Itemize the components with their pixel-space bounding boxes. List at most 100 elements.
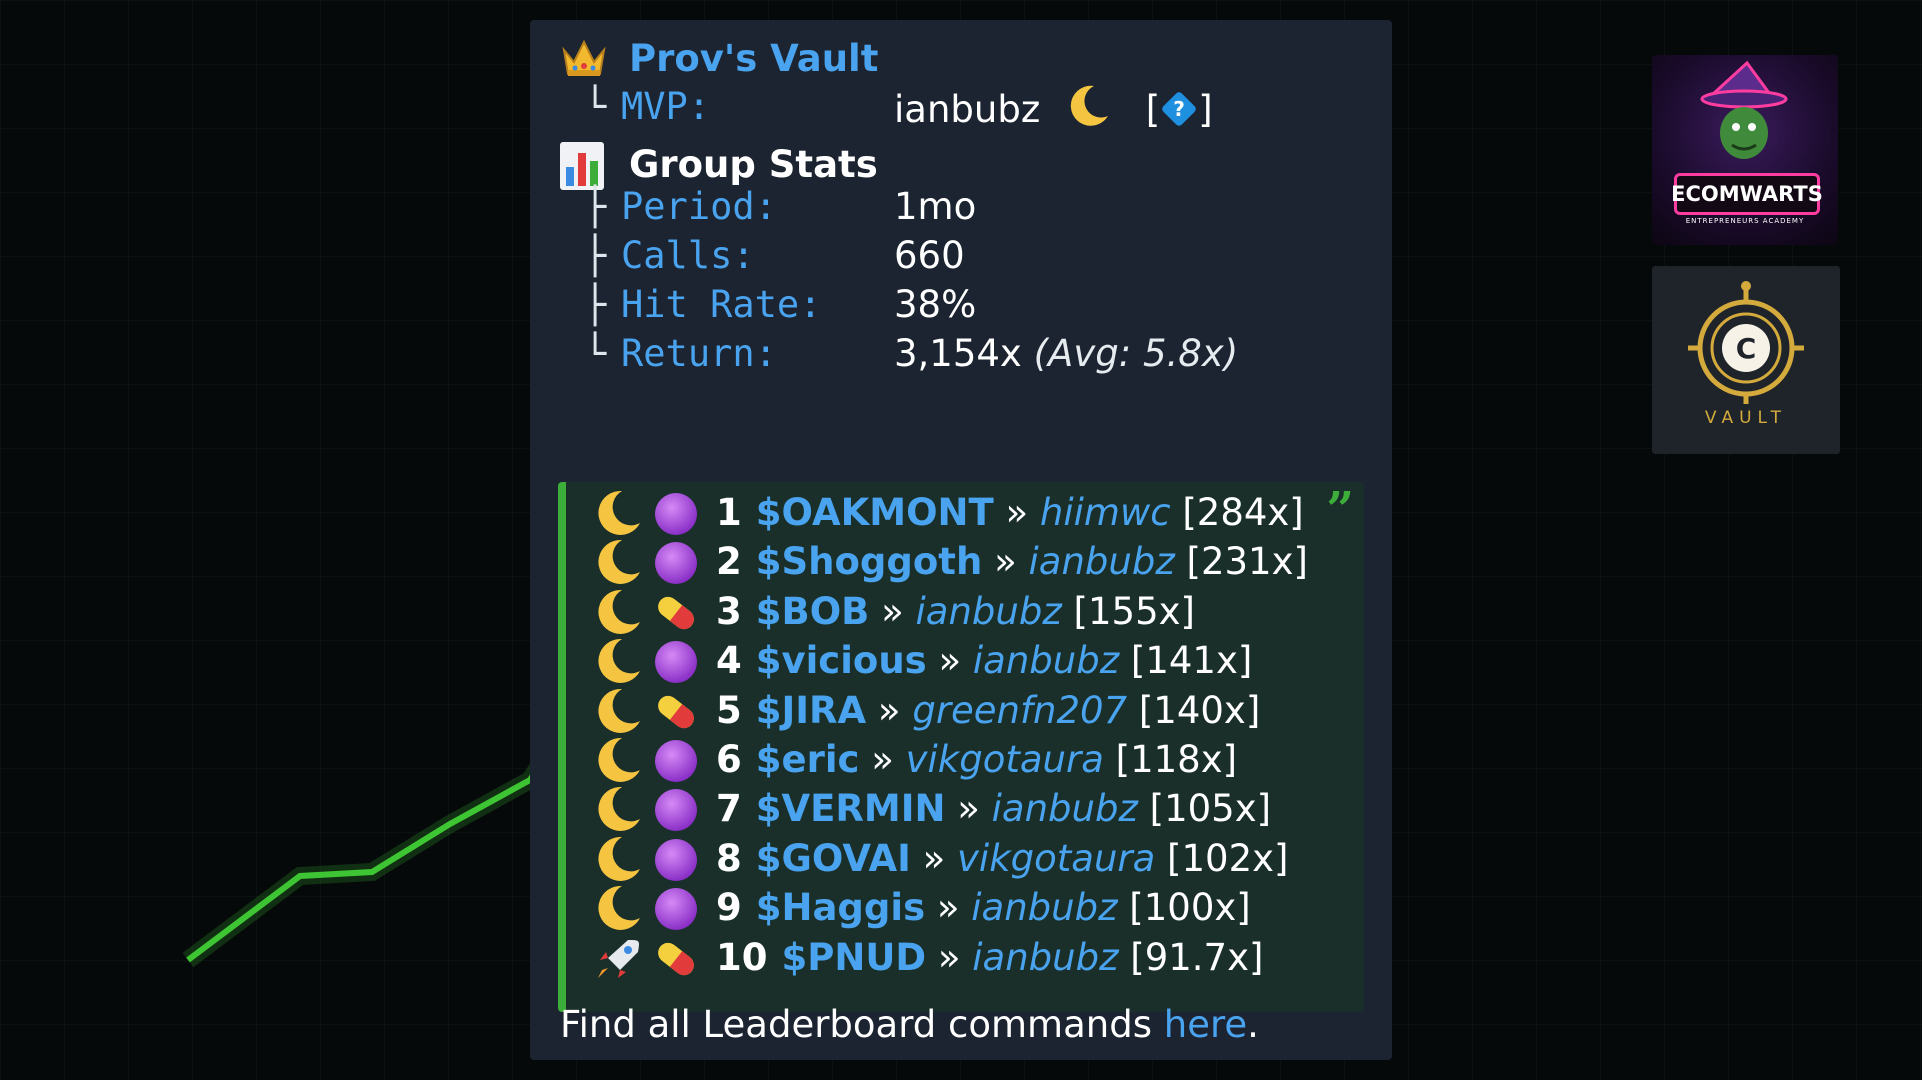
ticker-link[interactable]: $BOB xyxy=(756,590,870,633)
ticker-link[interactable]: $GOVAI xyxy=(756,837,911,880)
rank-number: 7 xyxy=(716,787,742,831)
crescent-moon-icon xyxy=(590,538,644,585)
mvp-value: ianbubz [ ? ] xyxy=(894,82,1213,135)
ticker-link[interactable]: $eric xyxy=(756,738,860,781)
ecomwarts-subtitle: ENTREPRENEURS ACADEMY xyxy=(1685,217,1805,225)
rank-number: 1 xyxy=(716,491,742,534)
footer-text: Find all Leaderboard commands here. xyxy=(560,1000,1259,1050)
leaderboard-entry: 8 $GOVAI » vikgotaura [102x] xyxy=(716,834,1288,884)
mvp-user: ianbubz xyxy=(894,88,1041,131)
rank-number: 8 xyxy=(716,836,742,880)
footer-link[interactable]: here xyxy=(1164,1003,1247,1046)
caller-username[interactable]: vikgotaura xyxy=(957,837,1155,880)
ticker-link[interactable]: $vicious xyxy=(756,639,927,682)
crescent-moon-icon xyxy=(590,835,644,881)
leaderboard-entry: 2 $Shoggoth » ianbubz [231x] xyxy=(716,537,1308,587)
purple-circle-icon xyxy=(652,837,700,883)
ticker-link[interactable]: $PNUD xyxy=(782,936,927,979)
return-average: (Avg: 5.8x) xyxy=(1033,332,1239,375)
purple-circle-icon xyxy=(652,738,700,784)
purple-circle-icon xyxy=(652,639,700,685)
separator: » xyxy=(936,886,960,930)
period-value: 1mo xyxy=(894,185,977,228)
vault-logo: C VAULT xyxy=(1652,266,1840,454)
leaderboard-block: ” 1 $OAKMONT » hiimwc [284x] 2 $Shoggoth » … xyxy=(558,482,1364,1012)
return-multiplier: [155x] xyxy=(1073,589,1195,633)
ticker-link[interactable]: $VERMIN xyxy=(756,787,946,830)
separator: » xyxy=(994,540,1017,584)
crescent-moon-icon xyxy=(590,736,644,782)
return-label: Return: xyxy=(621,332,777,375)
rank-number: 5 xyxy=(716,688,742,732)
calls-label: Calls: xyxy=(621,234,755,277)
tree-glyph: ├ xyxy=(584,283,607,326)
calls-value: 660 xyxy=(894,234,965,277)
caller-username[interactable]: ianbubz xyxy=(992,787,1138,830)
ecomwarts-logo: ECOMWARTS ENTREPRENEURS ACADEMY xyxy=(1652,55,1838,245)
rocket-icon xyxy=(590,934,644,980)
purple-circle-icon xyxy=(652,787,700,833)
crescent-moon-icon xyxy=(590,785,644,832)
return-multiplier: [105x] xyxy=(1149,787,1272,831)
svg-text:C: C xyxy=(1736,332,1757,365)
rank-number: 3 xyxy=(716,589,742,633)
rank-number: 6 xyxy=(716,738,742,781)
pill-icon xyxy=(652,936,700,982)
caller-username[interactable]: ianbubz xyxy=(916,590,1062,633)
verified-question-icon[interactable]: ? xyxy=(1160,90,1198,128)
ticker-link[interactable]: $OAKMONT xyxy=(756,491,994,534)
caller-username[interactable]: vikgotaura xyxy=(906,738,1104,781)
caller-username[interactable]: ianbubz xyxy=(972,936,1118,979)
return-multiplier: [100x] xyxy=(1129,886,1251,930)
rank-number: 10 xyxy=(716,935,768,979)
purple-circle-icon xyxy=(652,491,700,537)
pill-icon xyxy=(652,689,700,735)
separator: » xyxy=(957,787,980,831)
mvp-badge-open: [ xyxy=(1145,88,1161,131)
tree-glyph: ├ xyxy=(584,185,607,228)
return-multiplier: [91.7x] xyxy=(1130,935,1264,979)
crescent-moon-icon xyxy=(590,637,644,684)
separator: » xyxy=(938,639,962,683)
purple-circle-icon xyxy=(652,540,700,586)
ticker-link[interactable]: $JIRA xyxy=(756,689,866,732)
message-card: Prov's Vault └ MVP: ianbubz [ ? ] Group … xyxy=(530,20,1392,1060)
caller-username[interactable]: ianbubz xyxy=(973,639,1119,682)
ticker-link[interactable]: $Haggis xyxy=(756,886,925,929)
period-label: Period: xyxy=(621,185,777,228)
rank-number: 4 xyxy=(716,639,742,683)
caller-username[interactable]: ianbubz xyxy=(971,886,1117,929)
leaderboard-entry: 7 $VERMIN » ianbubz [105x] xyxy=(716,784,1271,834)
return-multiplier: [284x] xyxy=(1182,491,1304,534)
tree-glyph: └ xyxy=(584,85,607,128)
leaderboard-entry: 4 $vicious » ianbubz [141x] xyxy=(716,636,1252,686)
footer-period: . xyxy=(1247,1003,1259,1046)
return-multiplier: [141x] xyxy=(1130,639,1253,683)
caller-username[interactable]: hiimwc xyxy=(1040,491,1171,534)
leaderboard-entry: 1 $OAKMONT » hiimwc [284x] xyxy=(716,488,1304,538)
rank-number: 9 xyxy=(716,886,742,930)
leaderboard-entry: 10 $PNUD » ianbubz [91.7x] xyxy=(716,933,1263,983)
crescent-moon-icon xyxy=(590,588,644,634)
caller-username[interactable]: greenfn207 xyxy=(912,689,1127,732)
leaderboard-entry: 5 $JIRA » greenfn207 [140x] xyxy=(716,686,1260,736)
crescent-moon-icon xyxy=(590,687,644,733)
footer-label: Find all Leaderboard commands xyxy=(560,1003,1164,1046)
separator: » xyxy=(937,935,961,979)
crescent-moon-icon xyxy=(1062,82,1114,126)
pill-icon xyxy=(652,590,700,636)
quote-icon: ” xyxy=(1326,482,1354,538)
tree-glyph: ├ xyxy=(584,234,607,277)
mvp-label: MVP: xyxy=(621,85,711,128)
leaderboard-entry: 6 $eric » vikgotaura [118x] xyxy=(716,735,1237,785)
vault-wordmark: VAULT xyxy=(1704,408,1788,428)
tree-glyph: └ xyxy=(584,332,607,375)
return-value: 3,154x (Avg: 5.8x) xyxy=(894,329,1238,379)
rank-number: 2 xyxy=(716,540,742,584)
ecomwarts-wordmark: ECOMWARTS xyxy=(1671,173,1823,215)
ticker-link[interactable]: $Shoggoth xyxy=(756,540,983,583)
crescent-moon-icon xyxy=(590,489,644,535)
crown-icon xyxy=(558,32,610,84)
separator: » xyxy=(922,836,946,880)
caller-username[interactable]: ianbubz xyxy=(1029,540,1175,583)
